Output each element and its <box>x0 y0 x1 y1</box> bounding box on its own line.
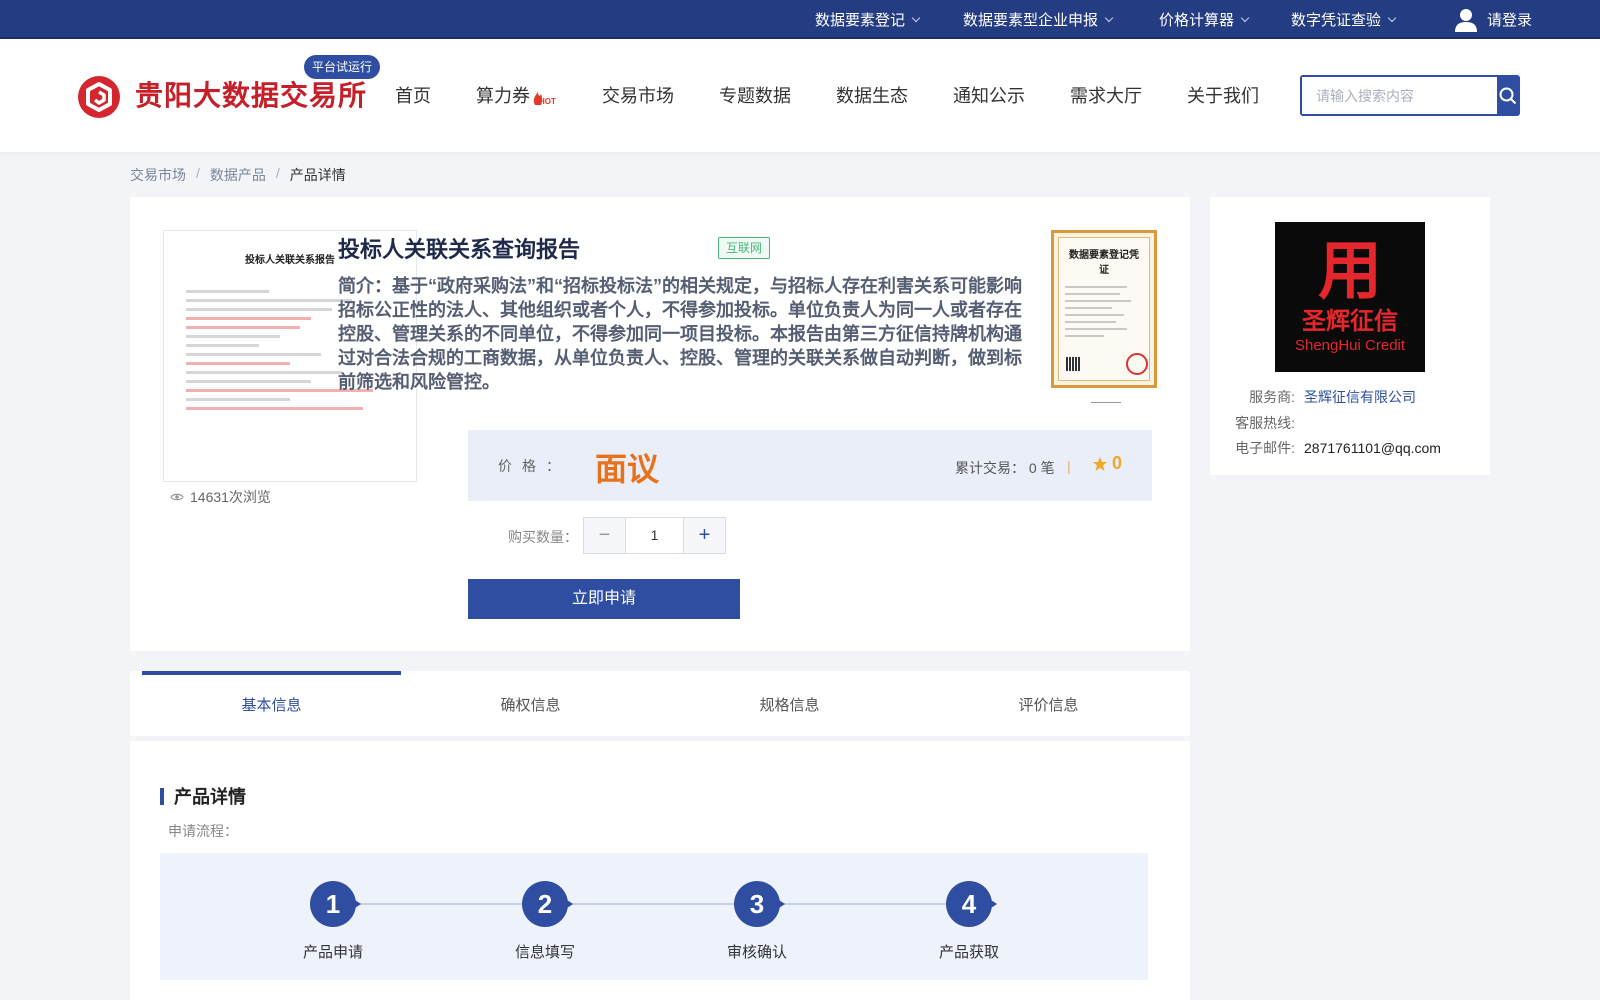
logo-text[interactable]: 贵阳大数据交易所 <box>135 76 367 116</box>
eye-icon <box>170 493 184 501</box>
vendor-email-row: 电子邮件: 2871761101@qq.com <box>1227 438 1441 458</box>
step-number: 2 <box>522 881 573 927</box>
breadcrumb-current: 产品详情 <box>289 167 346 183</box>
nav-trading-market[interactable]: 交易市场 <box>602 80 674 112</box>
menu-label: 数据要素型企业申报 <box>963 12 1099 29</box>
trade-count: 累计交易： 0 笔 <box>955 458 1055 478</box>
user-icon <box>1455 8 1477 32</box>
hot-badge-icon: HOT <box>533 92 556 106</box>
breadcrumb-data-products[interactable]: 数据产品 <box>210 165 266 185</box>
vendor-hotline-row: 客服热线: <box>1227 413 1304 433</box>
search-button[interactable] <box>1497 77 1518 114</box>
vendor-logo-mark: 用 <box>1318 235 1382 307</box>
category-tag: 互联网 <box>718 237 771 259</box>
vendor-logo[interactable]: 用 圣辉征信 ShengHui Credit <box>1275 222 1425 372</box>
vendor-logo-en: ShengHui Credit <box>1294 337 1406 354</box>
step-label: 信息填写 <box>514 944 575 961</box>
menu-price-calculator[interactable]: 价格计算器 <box>1159 0 1250 39</box>
step-number: 4 <box>946 881 997 927</box>
nav-notices[interactable]: 通知公示 <box>953 80 1025 112</box>
nav-compute-voucher[interactable]: 算力券 <box>476 80 530 112</box>
nav-data-ecosystem[interactable]: 数据生态 <box>836 80 908 112</box>
breadcrumb-separator: / <box>196 165 200 181</box>
price-label: 价格： <box>498 458 570 474</box>
trade-count-label: 累计交易： <box>955 460 1025 476</box>
nav-demand-hall[interactable]: 需求大厅 <box>1070 80 1142 112</box>
trade-count-value: 0 <box>1028 460 1037 476</box>
quantity-stepper: − 1 + <box>583 517 726 554</box>
vendor-logo-zh: 圣辉征信 <box>1302 308 1398 335</box>
seal-icon <box>1126 353 1148 375</box>
quantity-input[interactable]: 1 <box>626 518 683 553</box>
trial-badge: 平台试运行 <box>304 55 380 79</box>
trade-count-unit: 笔 <box>1040 460 1055 476</box>
chevron-down-icon <box>1387 13 1397 22</box>
email-value: 2871761101@qq.com <box>1304 440 1441 456</box>
step-number: 3 <box>734 881 785 927</box>
hot-badge-label: HOT <box>539 97 556 106</box>
menu-enterprise-declaration[interactable]: 数据要素型企业申报 <box>963 0 1114 39</box>
nav-home[interactable]: 首页 <box>395 80 431 112</box>
qr-code-icon <box>1066 357 1080 371</box>
login-link[interactable]: 请登录 <box>1455 0 1532 39</box>
star-icon <box>1093 456 1107 471</box>
menu-label: 价格计算器 <box>1159 12 1235 29</box>
top-bar: 数据要素登记 数据要素型企业申报 价格计算器 数字凭证查验 请登录 <box>0 0 1600 39</box>
search-icon <box>1499 87 1516 104</box>
search-input[interactable] <box>1302 77 1497 114</box>
product-title: 投标人关联关系查询报告 <box>338 237 581 262</box>
rating: 0 <box>1092 453 1122 474</box>
step-label: 审核确认 <box>726 944 787 961</box>
breadcrumb-market[interactable]: 交易市场 <box>130 165 186 185</box>
view-count: 14631次浏览 <box>170 487 271 507</box>
nav-about-us[interactable]: 关于我们 <box>1187 80 1259 112</box>
decrease-quantity-button[interactable]: − <box>584 518 626 553</box>
increase-quantity-button[interactable]: + <box>683 518 725 553</box>
apply-now-button[interactable]: 立即申请 <box>468 579 740 619</box>
certificate-title: 数据要素登记凭证 <box>1069 250 1139 276</box>
tab-basic-info[interactable]: 基本信息 <box>142 671 401 736</box>
flow-label: 申请流程： <box>168 823 238 839</box>
search-box <box>1300 75 1520 116</box>
registration-certificate[interactable]: 数据要素登记凭证 <box>1051 230 1157 388</box>
provider-name[interactable]: 圣辉征信有限公司 <box>1304 389 1416 405</box>
chevron-down-icon <box>1240 13 1250 22</box>
tab-reviews[interactable]: 评价信息 <box>919 671 1178 736</box>
breadcrumb: 交易市场 / 数据产品 / 产品详情 <box>130 165 346 185</box>
nav-special-data[interactable]: 专题数据 <box>719 80 791 112</box>
rating-value: 0 <box>1112 453 1123 473</box>
email-label: 电子邮件: <box>1235 440 1295 456</box>
step-label: 产品获取 <box>938 944 999 961</box>
certificate-divider <box>1091 402 1121 403</box>
quantity-label: 购买数量： <box>508 529 578 545</box>
section-title-text: 产品详情 <box>174 787 246 807</box>
divider: | <box>1067 458 1071 474</box>
menu-certificate-verify[interactable]: 数字凭证查验 <box>1291 0 1397 39</box>
hotline-label: 客服热线: <box>1235 415 1295 431</box>
provider-label: 服务商: <box>1249 389 1295 405</box>
chevron-down-icon <box>1104 13 1114 22</box>
menu-label: 数据要素登记 <box>815 12 906 29</box>
vendor-provider-row: 服务商: 圣辉征信有限公司 <box>1227 387 1416 407</box>
detail-tabs: 基本信息 确权信息 规格信息 评价信息 <box>130 671 1190 736</box>
logo-icon[interactable] <box>78 76 120 118</box>
tab-rights-info[interactable]: 确权信息 <box>401 671 660 736</box>
view-count-label: 14631次浏览 <box>190 489 271 505</box>
breadcrumb-separator: / <box>275 165 280 181</box>
step-number: 1 <box>310 881 361 927</box>
price-value: 面议 <box>595 451 660 487</box>
menu-data-registration[interactable]: 数据要素登记 <box>815 0 921 39</box>
step-label: 产品申请 <box>302 944 363 961</box>
product-description: 简介：基于“政府采购法”和“招标投标法”的相关规定，与招标人存在利害关系可能影响… <box>338 276 1022 392</box>
chevron-down-icon <box>911 13 921 22</box>
section-title-bar <box>160 787 164 805</box>
login-label: 请登录 <box>1487 12 1533 29</box>
section-title: 产品详情 <box>160 783 246 809</box>
flow-connector <box>333 903 969 905</box>
menu-label: 数字凭证查验 <box>1291 12 1382 29</box>
tab-spec-info[interactable]: 规格信息 <box>660 671 919 736</box>
